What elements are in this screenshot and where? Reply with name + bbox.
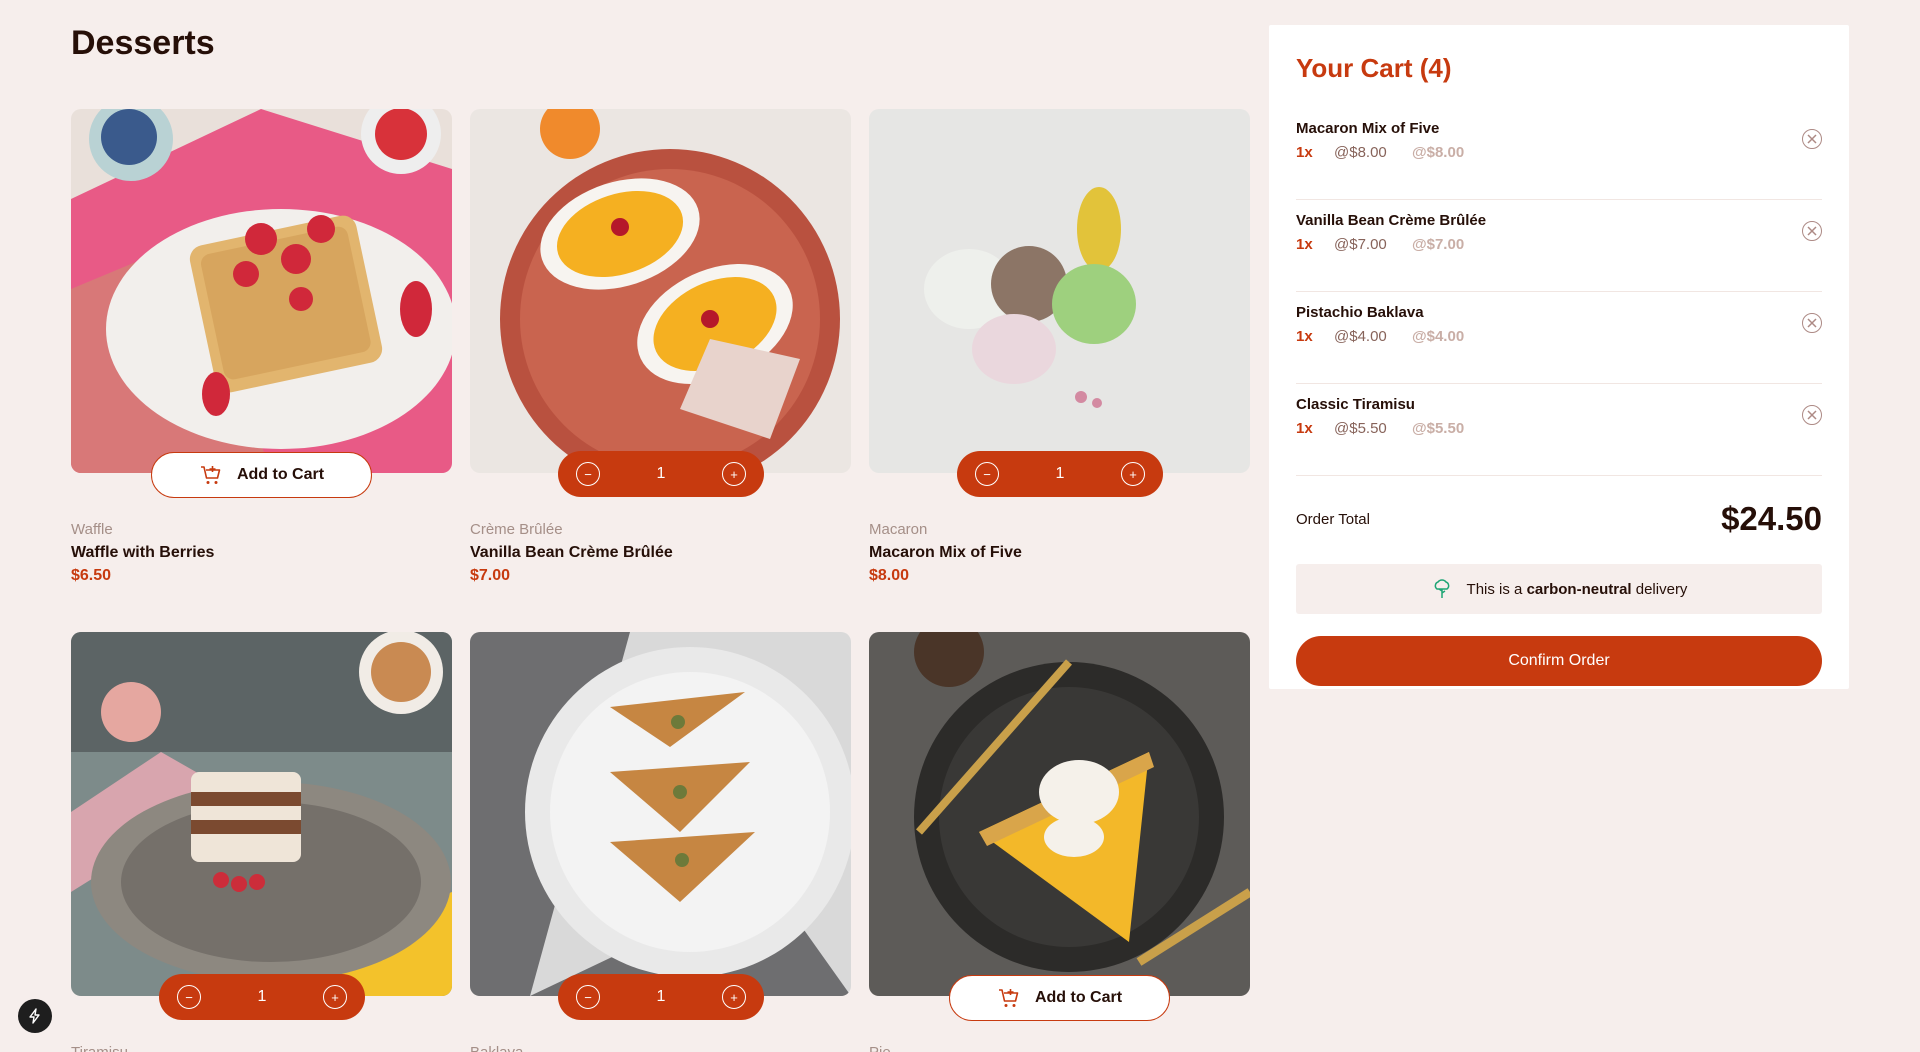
- product-card-pie: Add to Cart Pie: [869, 632, 1250, 1052]
- cart-item: Pistachio Baklava 1x @$4.00 @$4.00: [1296, 292, 1822, 384]
- product-category: Macaron: [869, 521, 928, 538]
- product-category: Waffle: [71, 521, 113, 538]
- cart-item-subtotal: @$5.50: [1412, 420, 1465, 437]
- increment-button[interactable]: +: [722, 462, 746, 486]
- product-card-waffle: Add to Cart Waffle Waffle with Berries $…: [71, 109, 452, 584]
- product-category: Tiramisu: [71, 1044, 128, 1052]
- quantity-value: 1: [656, 465, 666, 482]
- product-name: Macaron Mix of Five: [869, 544, 1022, 561]
- product-card-tiramisu: − 1 + Tiramisu: [71, 632, 452, 1052]
- product-price: $6.50: [71, 567, 112, 584]
- product-name: Vanilla Bean Crème Brûlée: [470, 544, 673, 561]
- increment-button[interactable]: +: [323, 985, 347, 1009]
- lightning-icon: [29, 1008, 40, 1024]
- dev-tools-badge[interactable]: [18, 999, 52, 1033]
- remove-item-icon: [1807, 226, 1817, 236]
- page-title: Desserts: [71, 24, 215, 62]
- cart-item: Macaron Mix of Five 1x @$8.00 @$8.00: [1296, 108, 1822, 200]
- cart-title: Your Cart (4): [1296, 53, 1452, 83]
- cart-item: Classic Tiramisu 1x @$5.50 @$5.50: [1296, 384, 1822, 476]
- add-to-cart-icon: [998, 989, 1019, 1007]
- cart-item-subtotal: @$8.00: [1412, 144, 1465, 161]
- cart-item-qty: 1x: [1296, 328, 1313, 345]
- remove-item-button[interactable]: [1802, 313, 1822, 333]
- quantity-stepper: − 1 +: [159, 974, 365, 1020]
- tree-icon: [1434, 579, 1449, 598]
- add-to-cart-button[interactable]: Add to Cart: [949, 975, 1170, 1021]
- remove-item-icon: [1807, 410, 1817, 420]
- cart-items: Macaron Mix of Five 1x @$8.00 @$8.00 Van…: [1296, 108, 1822, 476]
- quantity-value: 1: [656, 988, 666, 1005]
- product-category: Crème Brûlée: [470, 521, 563, 538]
- cart-item-unit-price: @$8.00: [1334, 144, 1387, 161]
- product-image-creme-brulee: [470, 109, 851, 473]
- order-total: Order Total $24.50: [1296, 500, 1822, 540]
- cart-item-qty: 1x: [1296, 420, 1313, 437]
- increment-button[interactable]: +: [1121, 462, 1145, 486]
- remove-item-button[interactable]: [1802, 129, 1822, 149]
- product-image-waffle: [71, 109, 452, 473]
- cart-item-qty: 1x: [1296, 236, 1313, 253]
- add-to-cart-label: Add to Cart: [1034, 989, 1123, 1006]
- add-to-cart-icon: [200, 466, 221, 484]
- quantity-stepper: − 1 +: [957, 451, 1163, 497]
- product-image-tiramisu: [71, 632, 452, 996]
- cart-item-name: Pistachio Baklava: [1296, 304, 1424, 321]
- decrement-button[interactable]: −: [975, 462, 999, 486]
- cart-item-unit-price: @$7.00: [1334, 236, 1387, 253]
- carbon-neutral-text: This is a carbon-neutral delivery: [1466, 580, 1688, 598]
- remove-item-button[interactable]: [1802, 221, 1822, 241]
- remove-item-button[interactable]: [1802, 405, 1822, 425]
- order-total-label: Order Total: [1296, 511, 1370, 528]
- cart-item-name: Macaron Mix of Five: [1296, 120, 1440, 137]
- decrement-button[interactable]: −: [177, 985, 201, 1009]
- product-image-pie: [869, 632, 1250, 996]
- carbon-neutral-notice: This is a carbon-neutral delivery: [1296, 564, 1822, 614]
- cart-item: Vanilla Bean Crème Brûlée 1x @$7.00 @$7.…: [1296, 200, 1822, 292]
- cart-item-name: Classic Tiramisu: [1296, 396, 1415, 413]
- product-image-baklava: [470, 632, 851, 996]
- product-name: Waffle with Berries: [71, 544, 215, 561]
- remove-item-icon: [1807, 134, 1817, 144]
- remove-item-icon: [1807, 318, 1817, 328]
- product-price: $8.00: [869, 567, 910, 584]
- quantity-value: 1: [257, 988, 267, 1005]
- product-image-macaron: [869, 109, 1250, 473]
- product-price: $7.00: [470, 567, 511, 584]
- increment-button[interactable]: +: [722, 985, 746, 1009]
- product-card-macaron: − 1 + Macaron Macaron Mix of Five $8.00: [869, 109, 1250, 584]
- add-to-cart-button[interactable]: Add to Cart: [151, 452, 372, 498]
- cart-item-name: Vanilla Bean Crème Brûlée: [1296, 212, 1487, 229]
- product-category: Pie: [869, 1044, 891, 1052]
- cart-item-subtotal: @$4.00: [1412, 328, 1465, 345]
- product-card-baklava: − 1 + Baklava: [470, 632, 851, 1052]
- add-to-cart-label: Add to Cart: [236, 466, 325, 483]
- order-total-value: $24.50: [1721, 500, 1822, 537]
- quantity-value: 1: [1055, 465, 1065, 482]
- cart-item-qty: 1x: [1296, 144, 1313, 161]
- product-category: Baklava: [470, 1044, 523, 1052]
- cart-item-unit-price: @$4.00: [1334, 328, 1387, 345]
- decrement-button[interactable]: −: [576, 985, 600, 1009]
- cart-panel: Your Cart (4) Macaron Mix of Five 1x @$8…: [1269, 25, 1849, 689]
- product-card-creme-brulee: − 1 + Crème Brûlée Vanilla Bean Crème Br…: [470, 109, 851, 584]
- confirm-order-button[interactable]: Confirm Order: [1296, 636, 1822, 686]
- decrement-button[interactable]: −: [576, 462, 600, 486]
- quantity-stepper: − 1 +: [558, 451, 764, 497]
- cart-item-unit-price: @$5.50: [1334, 420, 1387, 437]
- cart-item-subtotal: @$7.00: [1412, 236, 1465, 253]
- quantity-stepper: − 1 +: [558, 974, 764, 1020]
